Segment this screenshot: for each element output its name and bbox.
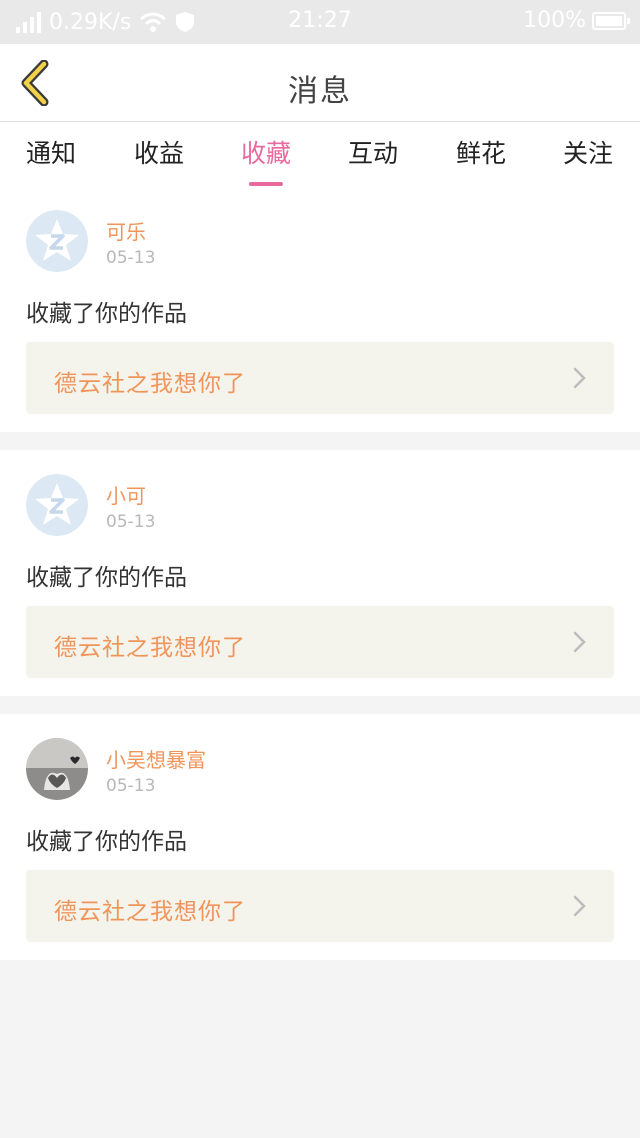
message-action: 收藏了你的作品 [26, 829, 187, 855]
tab-label: 收益 [133, 139, 184, 168]
work-title: 德云社之我想你了 [54, 371, 246, 397]
work-link[interactable]: 德云社之我想你了 [26, 870, 614, 942]
chevron-right-icon [573, 895, 586, 917]
tab-notifications[interactable]: 通知 [6, 134, 96, 186]
tab-label: 互动 [347, 139, 398, 168]
work-title: 德云社之我想你了 [54, 899, 246, 925]
message-action: 收藏了你的作品 [26, 565, 187, 591]
message-action: 收藏了你的作品 [26, 301, 187, 327]
page-title: 消息 [288, 74, 352, 109]
status-bar: 0.29K/s 21:27 100% [0, 0, 640, 44]
tab-interactions[interactable]: 互动 [328, 134, 418, 186]
work-title: 德云社之我想你了 [54, 635, 246, 661]
star-avatar-icon [26, 474, 88, 536]
avatar[interactable] [26, 210, 88, 272]
photo-avatar-icon [26, 738, 88, 800]
message-date: 05-13 [106, 512, 156, 532]
work-link[interactable]: 德云社之我想你了 [26, 606, 614, 678]
tab-flowers[interactable]: 鲜花 [436, 134, 526, 186]
message-date: 05-13 [106, 248, 156, 268]
tab-bar: 通知 收益 收藏 互动 鲜花 关注 [0, 122, 640, 186]
battery-percent: 100% [523, 8, 586, 33]
chevron-right-icon [573, 367, 586, 389]
username[interactable]: 小可 [106, 480, 146, 509]
message-card: 可乐 05-13 收藏了你的作品 德云社之我想你了 [0, 186, 640, 432]
tab-label: 收藏 [240, 139, 291, 168]
tab-label: 鲜花 [455, 139, 506, 168]
message-date: 05-13 [106, 776, 156, 796]
message-card: 小可 05-13 收藏了你的作品 德云社之我想你了 [0, 450, 640, 696]
avatar[interactable] [26, 738, 88, 800]
username[interactable]: 可乐 [106, 216, 146, 245]
status-right: 100% [523, 8, 630, 33]
star-avatar-icon [26, 210, 88, 272]
tab-earnings[interactable]: 收益 [114, 134, 204, 186]
chevron-right-icon [573, 631, 586, 653]
nav-header: 消息 [0, 44, 640, 122]
battery-icon [592, 11, 630, 30]
username[interactable]: 小吴想暴富 [106, 744, 206, 773]
tab-following[interactable]: 关注 [543, 134, 633, 186]
tab-label: 通知 [25, 139, 76, 168]
avatar[interactable] [26, 474, 88, 536]
work-link[interactable]: 德云社之我想你了 [26, 342, 614, 414]
tab-favorites[interactable]: 收藏 [221, 134, 311, 186]
tab-label: 关注 [562, 139, 613, 168]
message-card: 小吴想暴富 05-13 收藏了你的作品 德云社之我想你了 [0, 714, 640, 960]
